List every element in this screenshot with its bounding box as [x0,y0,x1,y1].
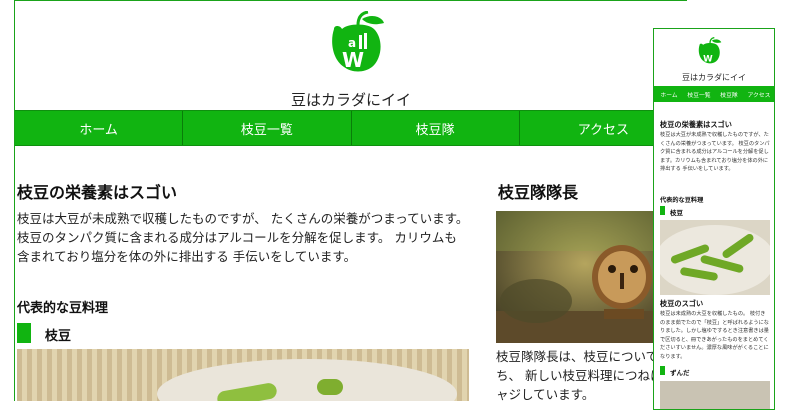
dish-subheading: 枝豆 [45,329,72,344]
nav-edamame-list[interactable]: 枝豆一覧 [183,111,352,145]
mobile-preview: W 豆はカラダにイイ ホーム 枝豆一覧 枝豆隊 アクセス 枝豆の栄養素はスゴい … [653,28,775,410]
nav-edamame-team[interactable]: 枝豆隊 [352,111,520,145]
site-title: 豆はカラダにイイ [682,73,746,82]
heading-accent-bar [660,366,665,375]
nav-home[interactable]: ホーム [15,111,184,145]
logo-icon[interactable]: a W [328,11,388,75]
main-paragraph: 枝豆は大豆が未成熟で収穫したものですが、たくさんの栄養がつまっています。 枝豆の… [660,132,770,172]
main-nav: ホーム 枝豆一覧 枝豆隊 アクセス [15,110,687,146]
nav-edamame-list[interactable]: 枝豆一覧 [684,86,714,102]
nav-access[interactable]: アクセス [744,86,774,102]
heading-accent-bar [17,323,31,343]
logo-icon[interactable]: W [697,37,723,65]
edamame-photo [660,220,770,295]
nav-edamame-team[interactable]: 枝豆隊 [714,86,744,102]
captain-photo [496,211,674,343]
edamame-photo [17,349,469,401]
main-heading: 枝豆の栄養素はスゴい [17,183,178,202]
main-heading: 枝豆の栄養素はスゴい [660,120,732,129]
site-title: 豆はカラダにイイ [290,91,411,109]
secondary-heading: 枝豆のスゴい [660,299,704,308]
section-title: 代表的な豆料理 [17,301,109,316]
svg-text:W: W [703,54,713,64]
dish-subheading: ずんだ [670,369,690,377]
secondary-paragraph: 枝豆は未成熟の大豆を収穫したもの。 枝付きのまま茹でたので「枝豆」と呼ばれるよう… [660,311,769,360]
heading-accent-bar [660,206,665,215]
sidebar-heading: 枝豆隊隊長 [498,183,579,202]
sidebar-paragraph: 枝豆隊隊長は、枝豆について知ち、 新しい枝豆料理につねにチャジしています。 [496,349,675,401]
zunda-photo [660,381,770,409]
main-nav: ホーム 枝豆一覧 枝豆隊 アクセス [654,86,774,102]
section-title: 代表的な豆料理 [660,197,704,204]
main-paragraph: 枝豆は大豆が未成熟で収穫したものですが、 たくさんの栄養がつまっています。 枝豆… [17,211,469,264]
svg-text:W: W [342,48,364,72]
dish-subheading: 枝豆 [670,209,683,217]
nav-home[interactable]: ホーム [654,86,684,102]
desktop-preview: a W 豆はカラダにイイ ホーム 枝豆一覧 枝豆隊 アクセス 枝豆の栄養素はスゴ… [14,0,687,401]
